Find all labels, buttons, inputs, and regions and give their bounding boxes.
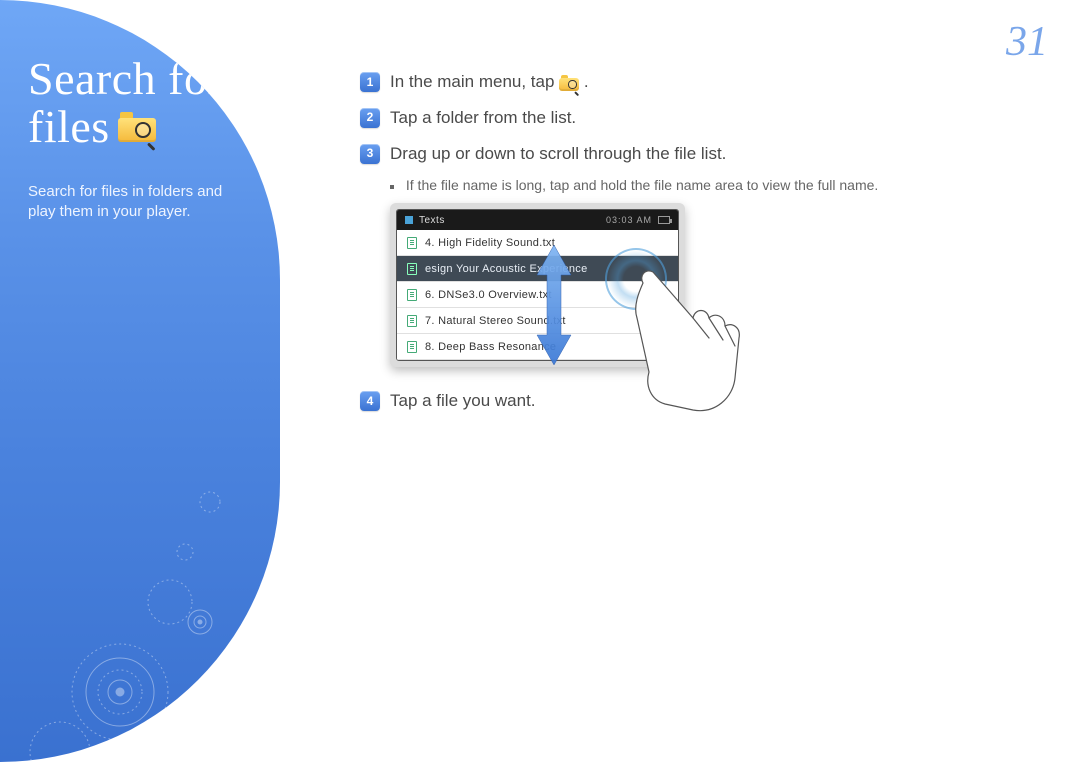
step-3: 3 Drag up or down to scroll through the … [360,142,1040,166]
file-row: esign Your Acoustic Experience [397,256,678,282]
file-icon [407,289,417,301]
battery-icon [658,216,670,224]
row-menu-icon [652,340,668,354]
page-description: Search for files in folders and play the… [28,182,238,223]
file-list: 4. High Fidelity Sound.txt esign Your Aco… [397,230,678,360]
step-badge-1: 1 [360,72,380,92]
device-status-bar: Texts 03:03 AM [397,210,678,230]
folder-search-icon [559,75,579,91]
file-icon [407,263,417,275]
device-illustration: Texts 03:03 AM 4. High Fidelity Sound.tx… [390,203,730,367]
content: 1 In the main menu, tap . 2 Tap a folder… [360,70,1040,425]
step-2: 2 Tap a folder from the list. [360,106,1040,130]
title-line-1: Search for [28,55,252,103]
file-row: 6. DNSe3.0 Overview.txt [397,282,678,308]
step-1: 1 In the main menu, tap . [360,70,1040,94]
file-row: 7. Natural Stereo Sound.txt [397,308,678,334]
device-frame: Texts 03:03 AM 4. High Fidelity Sound.tx… [390,203,685,367]
page-title: Search for files [28,55,252,152]
file-icon [407,315,417,327]
file-row-label: 4. High Fidelity Sound.txt [425,237,555,249]
file-icon [407,237,417,249]
step-2-text: Tap a folder from the list. [390,106,576,130]
step-1-text-after: . [584,72,589,91]
step-3-note: If the file name is long, tap and hold t… [390,177,1040,193]
file-icon [407,341,417,353]
step-4-text: Tap a file you want. [390,389,536,413]
step-badge-2: 2 [360,108,380,128]
file-row-label: esign Your Acoustic Experience [425,263,588,275]
device-screen: Texts 03:03 AM 4. High Fidelity Sound.tx… [396,209,679,361]
side-panel: Search for files Search for files in fol… [0,0,280,762]
title-word-files: files [28,103,110,151]
folder-search-icon [118,112,156,142]
file-row-label: 7. Natural Stereo Sound.txt [425,315,566,327]
manual-page: Search for files Search for files in fol… [0,0,1080,762]
step-badge-4: 4 [360,391,380,411]
header-app-icon [405,216,413,224]
file-row-label: 6. DNSe3.0 Overview.txt [425,289,552,301]
file-row-label: 8. Deep Bass Resonance [425,341,556,353]
page-number: 31 [1006,18,1048,66]
decorative-circles [0,442,280,762]
device-header-title: Texts [419,215,445,226]
step-3-text: Drag up or down to scroll through the fi… [390,142,726,166]
file-row: 4. High Fidelity Sound.txt [397,230,678,256]
step-3-note-text: If the file name is long, tap and hold t… [406,177,878,193]
step-badge-3: 3 [360,144,380,164]
title-line-2: files [28,103,252,151]
device-clock: 03:03 AM [606,215,652,225]
step-1-text-before: In the main menu, tap [390,72,559,91]
file-row: 8. Deep Bass Resonance [397,334,678,360]
step-1-text: In the main menu, tap . [390,70,589,94]
step-4: 4 Tap a file you want. [360,389,1040,413]
bullet-icon [390,185,394,189]
